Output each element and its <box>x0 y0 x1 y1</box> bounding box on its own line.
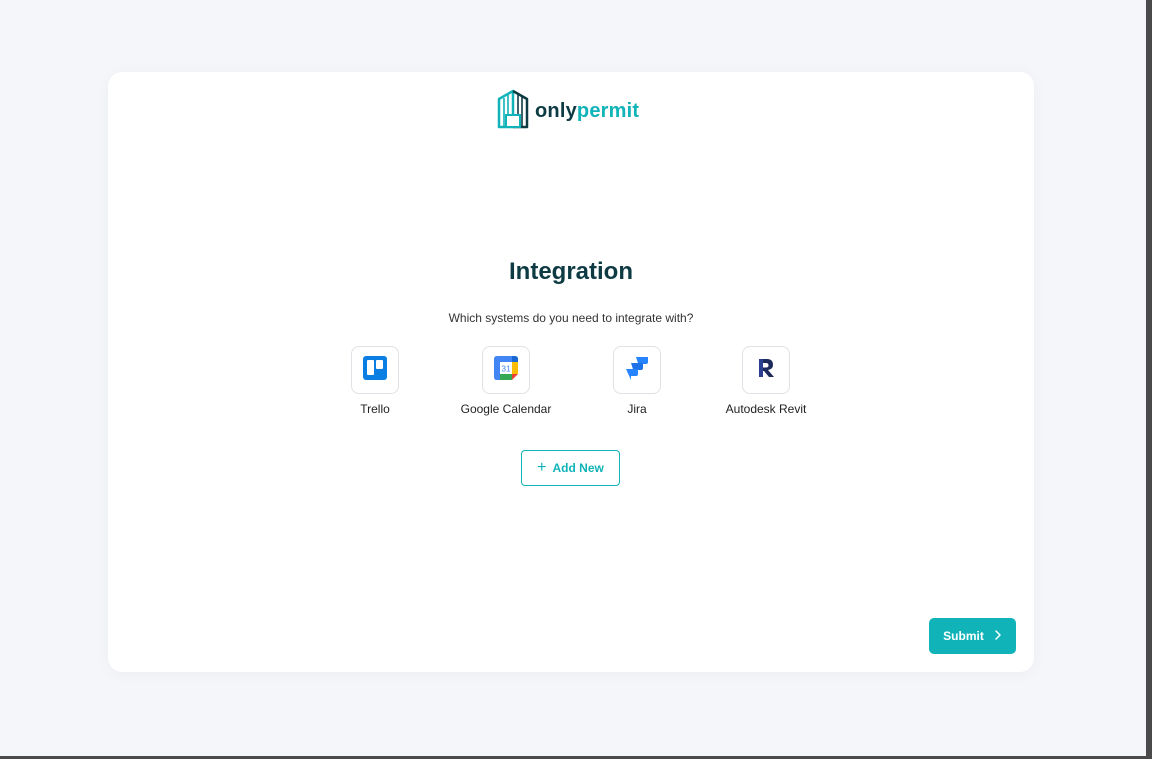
add-new-button[interactable]: + Add New <box>521 450 620 486</box>
integration-label: Jira <box>627 402 647 416</box>
integration-label: Google Calendar <box>460 402 552 416</box>
integration-tile[interactable] <box>613 346 661 394</box>
brand-name-part1: only <box>535 99 577 122</box>
integration-label: Trello <box>360 402 390 416</box>
plus-icon: + <box>537 459 547 476</box>
integration-google-calendar[interactable]: 31 Google Calendar <box>446 346 566 416</box>
autodesk-revit-icon <box>754 356 778 385</box>
chevron-right-icon <box>994 629 1002 643</box>
building-logo-icon <box>497 89 531 134</box>
integration-tile[interactable]: 31 <box>482 346 530 394</box>
brand-name-part2: permit <box>576 99 640 122</box>
brand-logo: onlypermit <box>497 89 639 134</box>
calendar-day: 31 <box>502 364 511 373</box>
app-frame: onlypermit Integration Which systems do … <box>0 0 1152 759</box>
integration-card: onlypermit Integration Which systems do … <box>108 72 1034 672</box>
submit-label: Submit <box>943 629 984 643</box>
google-calendar-icon: 31 <box>494 355 518 385</box>
integration-tile[interactable] <box>742 346 790 394</box>
trello-icon <box>363 355 387 385</box>
submit-button[interactable]: Submit <box>929 618 1016 654</box>
brand-name: onlypermit <box>535 100 639 123</box>
integration-jira[interactable]: Jira <box>577 346 697 416</box>
jira-icon <box>625 356 649 385</box>
page-subtitle: Which systems do you need to integrate w… <box>448 311 694 325</box>
add-new-label: Add New <box>552 461 604 475</box>
integration-tile[interactable] <box>351 346 399 394</box>
integration-label: Autodesk Revit <box>725 402 807 416</box>
page-title: Integration <box>509 258 633 285</box>
integration-autodesk-revit[interactable]: Autodesk Revit <box>706 346 826 416</box>
integration-trello[interactable]: Trello <box>315 346 435 416</box>
